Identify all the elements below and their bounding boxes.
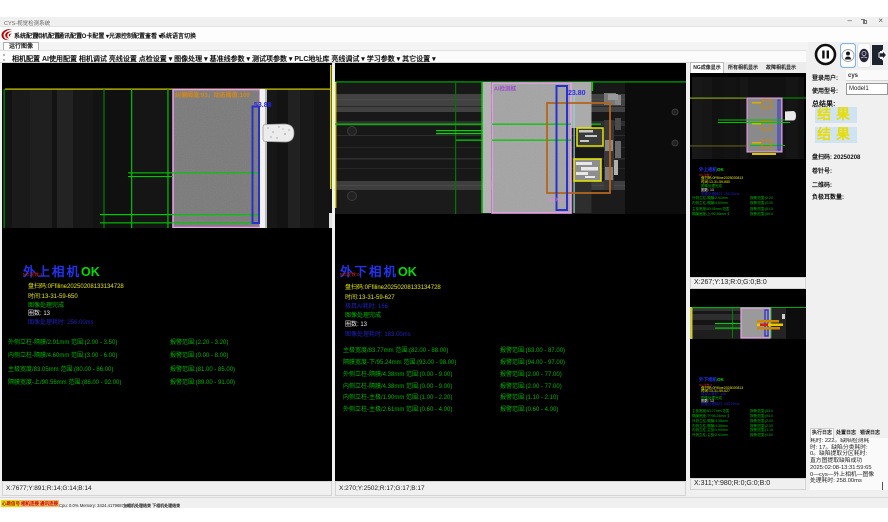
svg-text:极耳检测: 极耳检测 — [548, 196, 564, 202]
svg-text:AI检测框: AI检测框 — [494, 85, 517, 93]
svg-text:23.80: 23.80 — [568, 90, 586, 97]
svg-text:53.88: 53.88 — [254, 102, 272, 109]
svg-text:纠偏阈值:93，动态阈值:100: 纠偏阈值:93，动态阈值:100 — [175, 91, 250, 99]
